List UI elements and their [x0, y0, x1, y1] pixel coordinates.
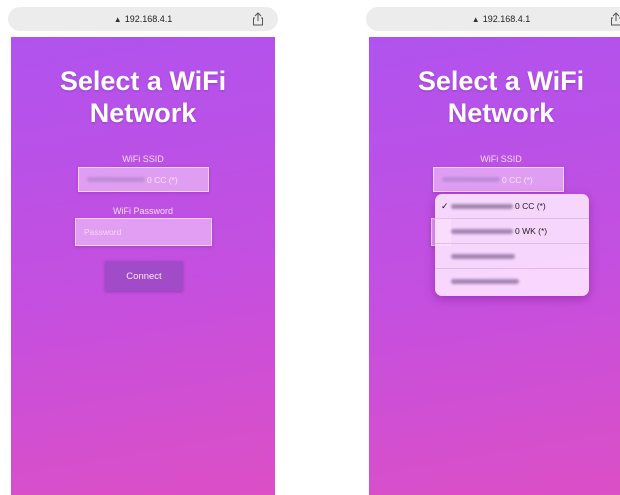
dropdown-option[interactable]: 0 WK (*)	[435, 219, 589, 244]
ssid-dropdown-menu: ✓ 0 CC (*) 0 WK (*)	[435, 194, 589, 296]
connect-button[interactable]: Connect	[105, 261, 183, 291]
page-screen: Select a WiFi Network WiFi SSID 0 CC (*)…	[369, 37, 620, 495]
password-label: WiFi Password	[112, 206, 173, 216]
phone-screenshot-left: ▲ 192.168.4.1 Select a WiFi Network WiFi…	[8, 0, 278, 495]
ssid-value: 0 CC (*)	[147, 174, 178, 185]
ssid-value: 0 CC (*)	[502, 174, 533, 185]
option-label: 0 CC (*)	[515, 201, 546, 211]
dropdown-option[interactable]: ✓ 0 CC (*)	[435, 194, 589, 219]
dropdown-option[interactable]	[435, 269, 589, 294]
ssid-label: WiFi SSID	[122, 154, 164, 164]
password-placeholder: Password	[84, 227, 122, 237]
redacted-ssid	[442, 177, 500, 182]
password-input[interactable]: Password	[75, 218, 212, 246]
ssid-label: WiFi SSID	[480, 154, 522, 164]
redacted-ssid	[451, 279, 519, 284]
ssid-select[interactable]: 0 CC (*)	[78, 167, 209, 192]
redacted-ssid	[451, 253, 515, 259]
lock-icon: ▲	[471, 14, 480, 24]
check-icon: ✓	[441, 200, 449, 211]
redacted-ssid	[451, 203, 513, 209]
redacted-ssid	[87, 177, 145, 182]
share-icon[interactable]	[252, 12, 264, 26]
address-bar[interactable]: ▲ 192.168.4.1	[8, 7, 278, 31]
page-screen: Select a WiFi Network WiFi SSID 0 CC (*)…	[11, 37, 275, 495]
share-icon[interactable]	[610, 12, 620, 26]
address-bar[interactable]: ▲ 192.168.4.1	[366, 7, 620, 31]
dropdown-option[interactable]	[435, 244, 589, 269]
page-title: Select a WiFi Network	[417, 66, 585, 128]
page-title: Select a WiFi Network	[59, 66, 227, 128]
lock-icon: ▲	[113, 14, 122, 24]
url-text: 192.168.4.1	[482, 14, 531, 24]
option-label: 0 WK (*)	[515, 226, 548, 236]
ssid-select[interactable]: 0 CC (*)	[433, 167, 564, 192]
url-text: 192.168.4.1	[124, 14, 173, 24]
redacted-ssid	[451, 228, 513, 234]
phone-screenshot-right: ▲ 192.168.4.1 Select a WiFi Network WiFi…	[366, 0, 620, 495]
